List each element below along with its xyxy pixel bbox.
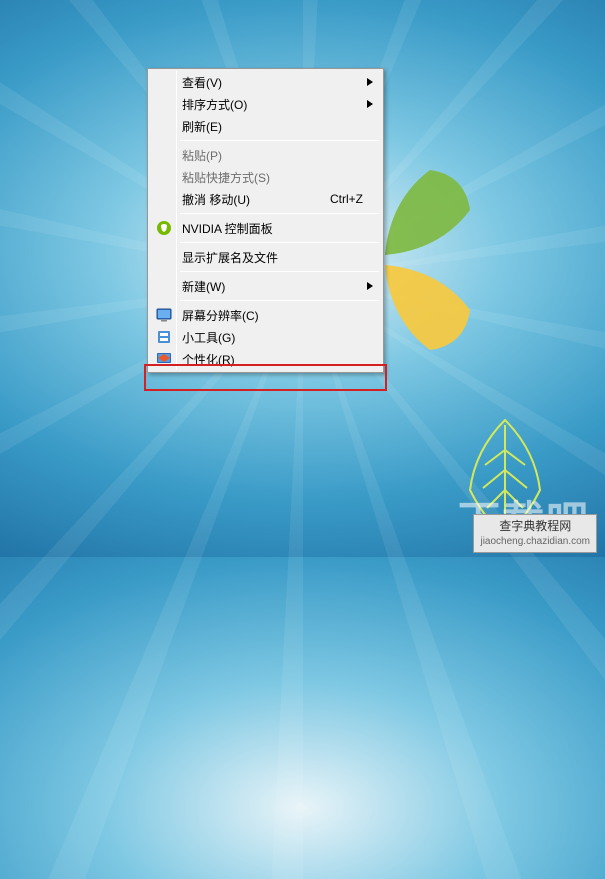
menu-separator (180, 271, 379, 272)
menu-label: 小工具(G) (178, 329, 381, 346)
menu-item-resolution[interactable]: 屏幕分辨率(C) (150, 304, 381, 326)
menu-item-paste: 粘贴(P) (150, 144, 381, 166)
menu-item-sort[interactable]: 排序方式(O) (150, 93, 381, 115)
nvidia-icon (150, 220, 178, 236)
submenu-arrow-icon (367, 279, 373, 293)
watermark-url: jiaocheng.chazidian.com (480, 535, 590, 548)
menu-label: 新建(W) (178, 278, 381, 295)
menu-item-show-extensions[interactable]: 显示扩展名及文件 (150, 246, 381, 268)
menu-item-gadgets[interactable]: 小工具(G) (150, 326, 381, 348)
personalize-icon (150, 351, 178, 367)
menu-separator (180, 140, 379, 141)
menu-shortcut: Ctrl+Z (330, 192, 381, 206)
menu-label: 显示扩展名及文件 (178, 249, 381, 266)
submenu-arrow-icon (367, 75, 373, 89)
menu-label: 屏幕分辨率(C) (178, 307, 381, 324)
menu-item-view[interactable]: 查看(V) (150, 71, 381, 93)
menu-item-personalize[interactable]: 个性化(R) (150, 348, 381, 370)
menu-item-undo-move[interactable]: 撤消 移动(U) Ctrl+Z (150, 188, 381, 210)
menu-label: 撤消 移动(U) (178, 191, 330, 208)
menu-item-paste-shortcut: 粘贴快捷方式(S) (150, 166, 381, 188)
desktop-context-menu: 查看(V) 排序方式(O) 刷新(E) 粘贴(P) 粘贴快捷方式(S) 撤消 移… (147, 68, 384, 373)
menu-item-refresh[interactable]: 刷新(E) (150, 115, 381, 137)
gadget-icon (150, 329, 178, 345)
menu-item-new[interactable]: 新建(W) (150, 275, 381, 297)
menu-label: 排序方式(O) (178, 96, 381, 113)
menu-label: NVIDIA 控制面板 (178, 220, 381, 237)
submenu-arrow-icon (367, 97, 373, 111)
menu-separator (180, 213, 379, 214)
menu-label: 粘贴快捷方式(S) (178, 169, 381, 186)
menu-label: 粘贴(P) (178, 147, 381, 164)
watermark-source: 查字典教程网 jiaocheng.chazidian.com (473, 514, 597, 553)
menu-label: 刷新(E) (178, 118, 381, 135)
watermark-title: 查字典教程网 (480, 519, 590, 535)
menu-label: 查看(V) (178, 74, 381, 91)
monitor-icon (150, 307, 178, 323)
menu-separator (180, 242, 379, 243)
menu-label: 个性化(R) (178, 351, 381, 368)
menu-separator (180, 300, 379, 301)
menu-item-nvidia[interactable]: NVIDIA 控制面板 (150, 217, 381, 239)
